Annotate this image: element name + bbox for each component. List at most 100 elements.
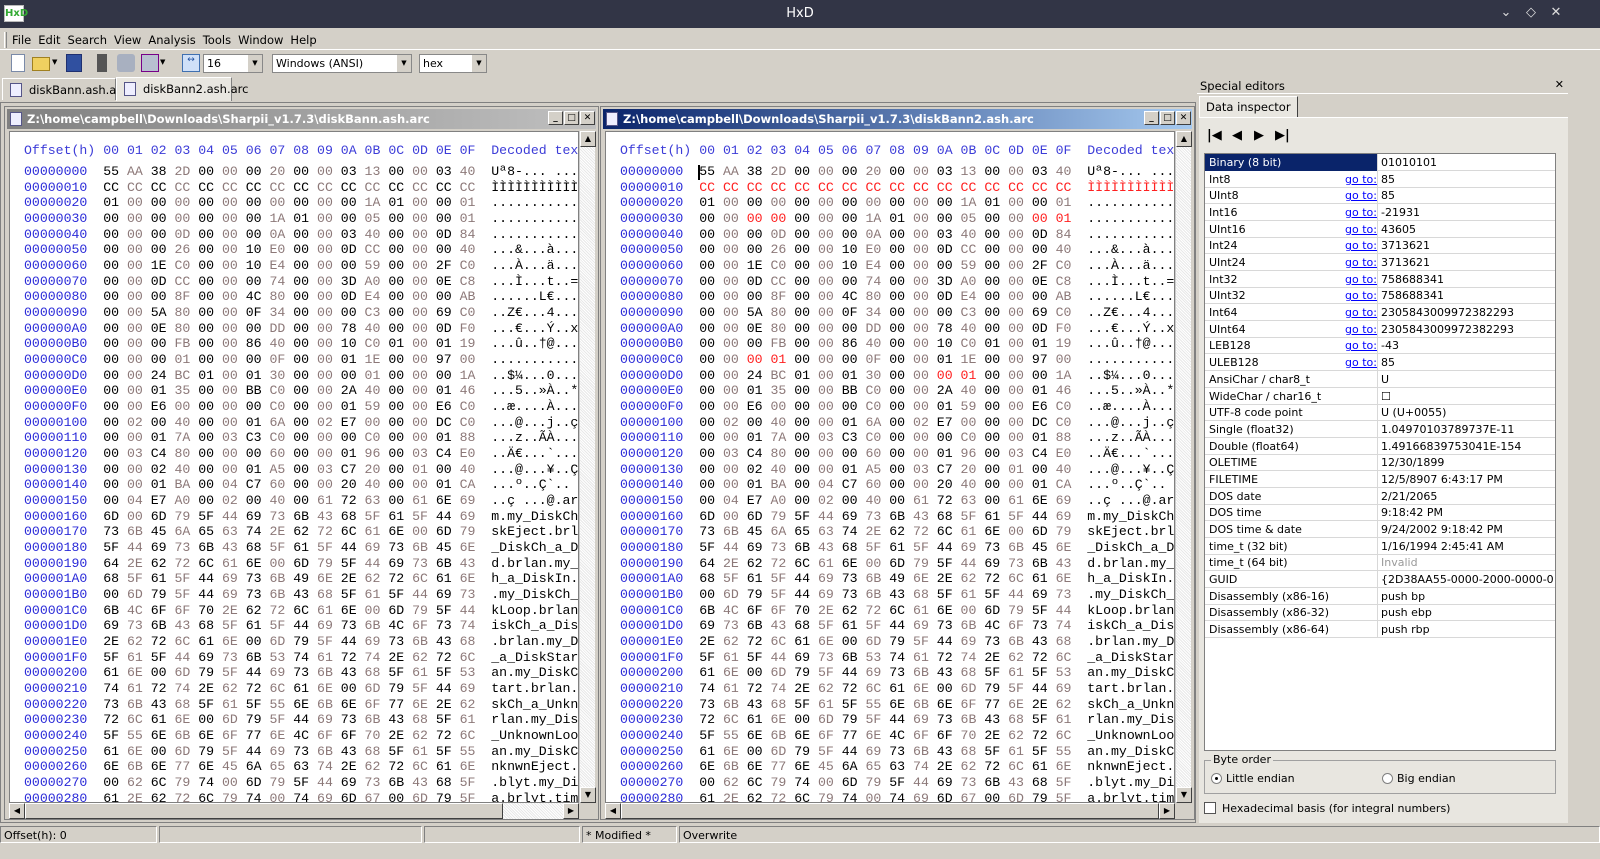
hex-byte[interactable]: 01 — [1056, 211, 1072, 227]
hex-byte[interactable]: 00 — [1008, 399, 1024, 415]
hex-byte[interactable]: 3D — [341, 274, 357, 290]
hex-byte[interactable]: 5F — [842, 697, 858, 713]
hex-byte[interactable]: 69 — [961, 634, 977, 650]
hex-byte[interactable]: 00 — [889, 399, 905, 415]
decoded-text[interactable]: .brlan.my_DiskCh — [1087, 634, 1174, 650]
hex-byte[interactable]: 73 — [103, 524, 119, 540]
hex-byte[interactable]: 00 — [913, 211, 929, 227]
hex-byte[interactable]: 5F — [747, 650, 763, 666]
hex-byte[interactable]: 45 — [747, 524, 763, 540]
hex-byte[interactable]: 00 — [794, 164, 810, 180]
previous-icon[interactable]: ◀ — [1232, 128, 1242, 143]
hex-byte[interactable]: 00 — [889, 415, 905, 431]
hex-byte[interactable]: 2E — [388, 650, 404, 666]
hex-byte[interactable]: 6B — [388, 775, 404, 791]
hex-byte[interactable]: 00 — [198, 274, 214, 290]
hex-byte[interactable]: 01 — [436, 336, 452, 352]
hex-byte[interactable]: 61 — [246, 618, 262, 634]
hex-byte[interactable]: 00 — [388, 493, 404, 509]
hex-byte[interactable]: 00 — [127, 509, 143, 525]
hex-byte[interactable]: CC — [961, 180, 977, 196]
inspector-value[interactable]: 758688341 — [1381, 273, 1553, 286]
hex-byte[interactable]: 72 — [341, 493, 357, 509]
hex-byte[interactable]: 00 — [794, 712, 810, 728]
hex-byte[interactable]: 00 — [1008, 336, 1024, 352]
hex-byte[interactable]: 73 — [889, 665, 905, 681]
hex-byte[interactable]: 0D — [747, 274, 763, 290]
hex-byte[interactable]: 6B — [103, 603, 119, 619]
hex-byte[interactable]: CC — [1056, 180, 1072, 196]
hex-byte[interactable]: 00 — [222, 227, 238, 243]
hex-byte[interactable]: 79 — [317, 556, 333, 572]
hex-byte[interactable]: 6D — [246, 775, 262, 791]
hex-byte[interactable]: 24 — [747, 368, 763, 384]
hex-byte[interactable]: 01 — [889, 211, 905, 227]
decoded-text[interactable]: .blyt.my_DiskCh_ — [1087, 775, 1174, 791]
hex-byte[interactable]: 44 — [961, 556, 977, 572]
hex-byte[interactable]: 73 — [984, 634, 1000, 650]
hex-byte[interactable]: 00 — [794, 477, 810, 493]
hex-byte[interactable]: C3 — [961, 305, 977, 321]
hex-byte[interactable]: 88 — [1056, 430, 1072, 446]
hex-byte[interactable]: 00 — [436, 242, 452, 258]
hex-byte[interactable]: 6B — [913, 665, 929, 681]
hex-byte[interactable]: 72 — [103, 712, 119, 728]
hex-byte[interactable]: 6F — [412, 618, 428, 634]
hex-byte[interactable]: 00 — [818, 211, 834, 227]
hex-byte[interactable]: 44 — [365, 556, 381, 572]
hex-byte[interactable]: 00 — [293, 336, 309, 352]
hex-byte[interactable]: 64 — [699, 556, 715, 572]
hex-byte[interactable]: 00 — [103, 399, 119, 415]
hex-byte[interactable]: 03 — [937, 164, 953, 180]
hex-byte[interactable]: 00 — [270, 556, 286, 572]
hex-byte[interactable]: CC — [293, 180, 309, 196]
hex-byte[interactable]: 00 — [842, 227, 858, 243]
hex-byte[interactable]: 00 — [1056, 352, 1072, 368]
hex-byte[interactable]: CC — [984, 180, 1000, 196]
hex-byte[interactable]: 72 — [699, 712, 715, 728]
hex-byte[interactable]: 6B — [723, 524, 739, 540]
hex-byte[interactable]: 03 — [222, 430, 238, 446]
hex-byte[interactable]: 6E — [937, 697, 953, 713]
hex-byte[interactable]: C4 — [151, 446, 167, 462]
hex-byte[interactable]: 69 — [246, 509, 262, 525]
hex-byte[interactable]: 61 — [818, 697, 834, 713]
hex-byte[interactable]: 00 — [889, 493, 905, 509]
hex-byte[interactable]: 62 — [961, 759, 977, 775]
hex-byte[interactable]: E6 — [151, 399, 167, 415]
hex-byte[interactable]: 00 — [889, 274, 905, 290]
hex-byte[interactable]: 53 — [460, 665, 476, 681]
hex-byte[interactable]: 80 — [866, 289, 882, 305]
hex-byte[interactable]: 00 — [317, 336, 333, 352]
hex-byte[interactable]: 74 — [961, 650, 977, 666]
hex-byte[interactable]: 6D — [174, 744, 190, 760]
hex-byte[interactable]: 6E — [127, 665, 143, 681]
hex-byte[interactable]: 00 — [818, 775, 834, 791]
hex-byte[interactable]: C3 — [246, 430, 262, 446]
hex-byte[interactable]: 00 — [151, 227, 167, 243]
hex-byte[interactable]: 6C — [293, 603, 309, 619]
hex-byte[interactable]: 43 — [937, 665, 953, 681]
hex-byte[interactable]: 44 — [246, 665, 262, 681]
hex-byte[interactable]: 00 — [794, 195, 810, 211]
hex-byte[interactable]: 72 — [1032, 650, 1048, 666]
decoded-text[interactable]: ...À...ä...Y../À — [491, 258, 578, 274]
hex-byte[interactable]: 61 — [365, 524, 381, 540]
hex-byte[interactable]: 69 — [913, 791, 929, 802]
hex-byte[interactable]: 00 — [937, 195, 953, 211]
hex-byte[interactable]: 00 — [293, 305, 309, 321]
decoded-text[interactable]: m.my_DiskCh_a_Di — [491, 509, 578, 525]
hex-byte[interactable]: 00 — [151, 415, 167, 431]
hex-byte[interactable]: 0D — [770, 227, 786, 243]
hex-byte[interactable]: 00 — [412, 430, 428, 446]
hex-byte[interactable]: 61 — [913, 650, 929, 666]
hex-byte[interactable]: 00 — [723, 195, 739, 211]
hex-byte[interactable]: 73 — [174, 540, 190, 556]
hex-byte[interactable]: 00 — [723, 462, 739, 478]
hex-byte[interactable]: 30 — [866, 368, 882, 384]
hex-byte[interactable]: 68 — [412, 712, 428, 728]
hex-byte[interactable]: 62 — [151, 556, 167, 572]
hex-byte[interactable]: 2E — [723, 556, 739, 572]
hex-byte[interactable]: 62 — [889, 524, 905, 540]
hex-byte[interactable]: 0F — [246, 305, 262, 321]
